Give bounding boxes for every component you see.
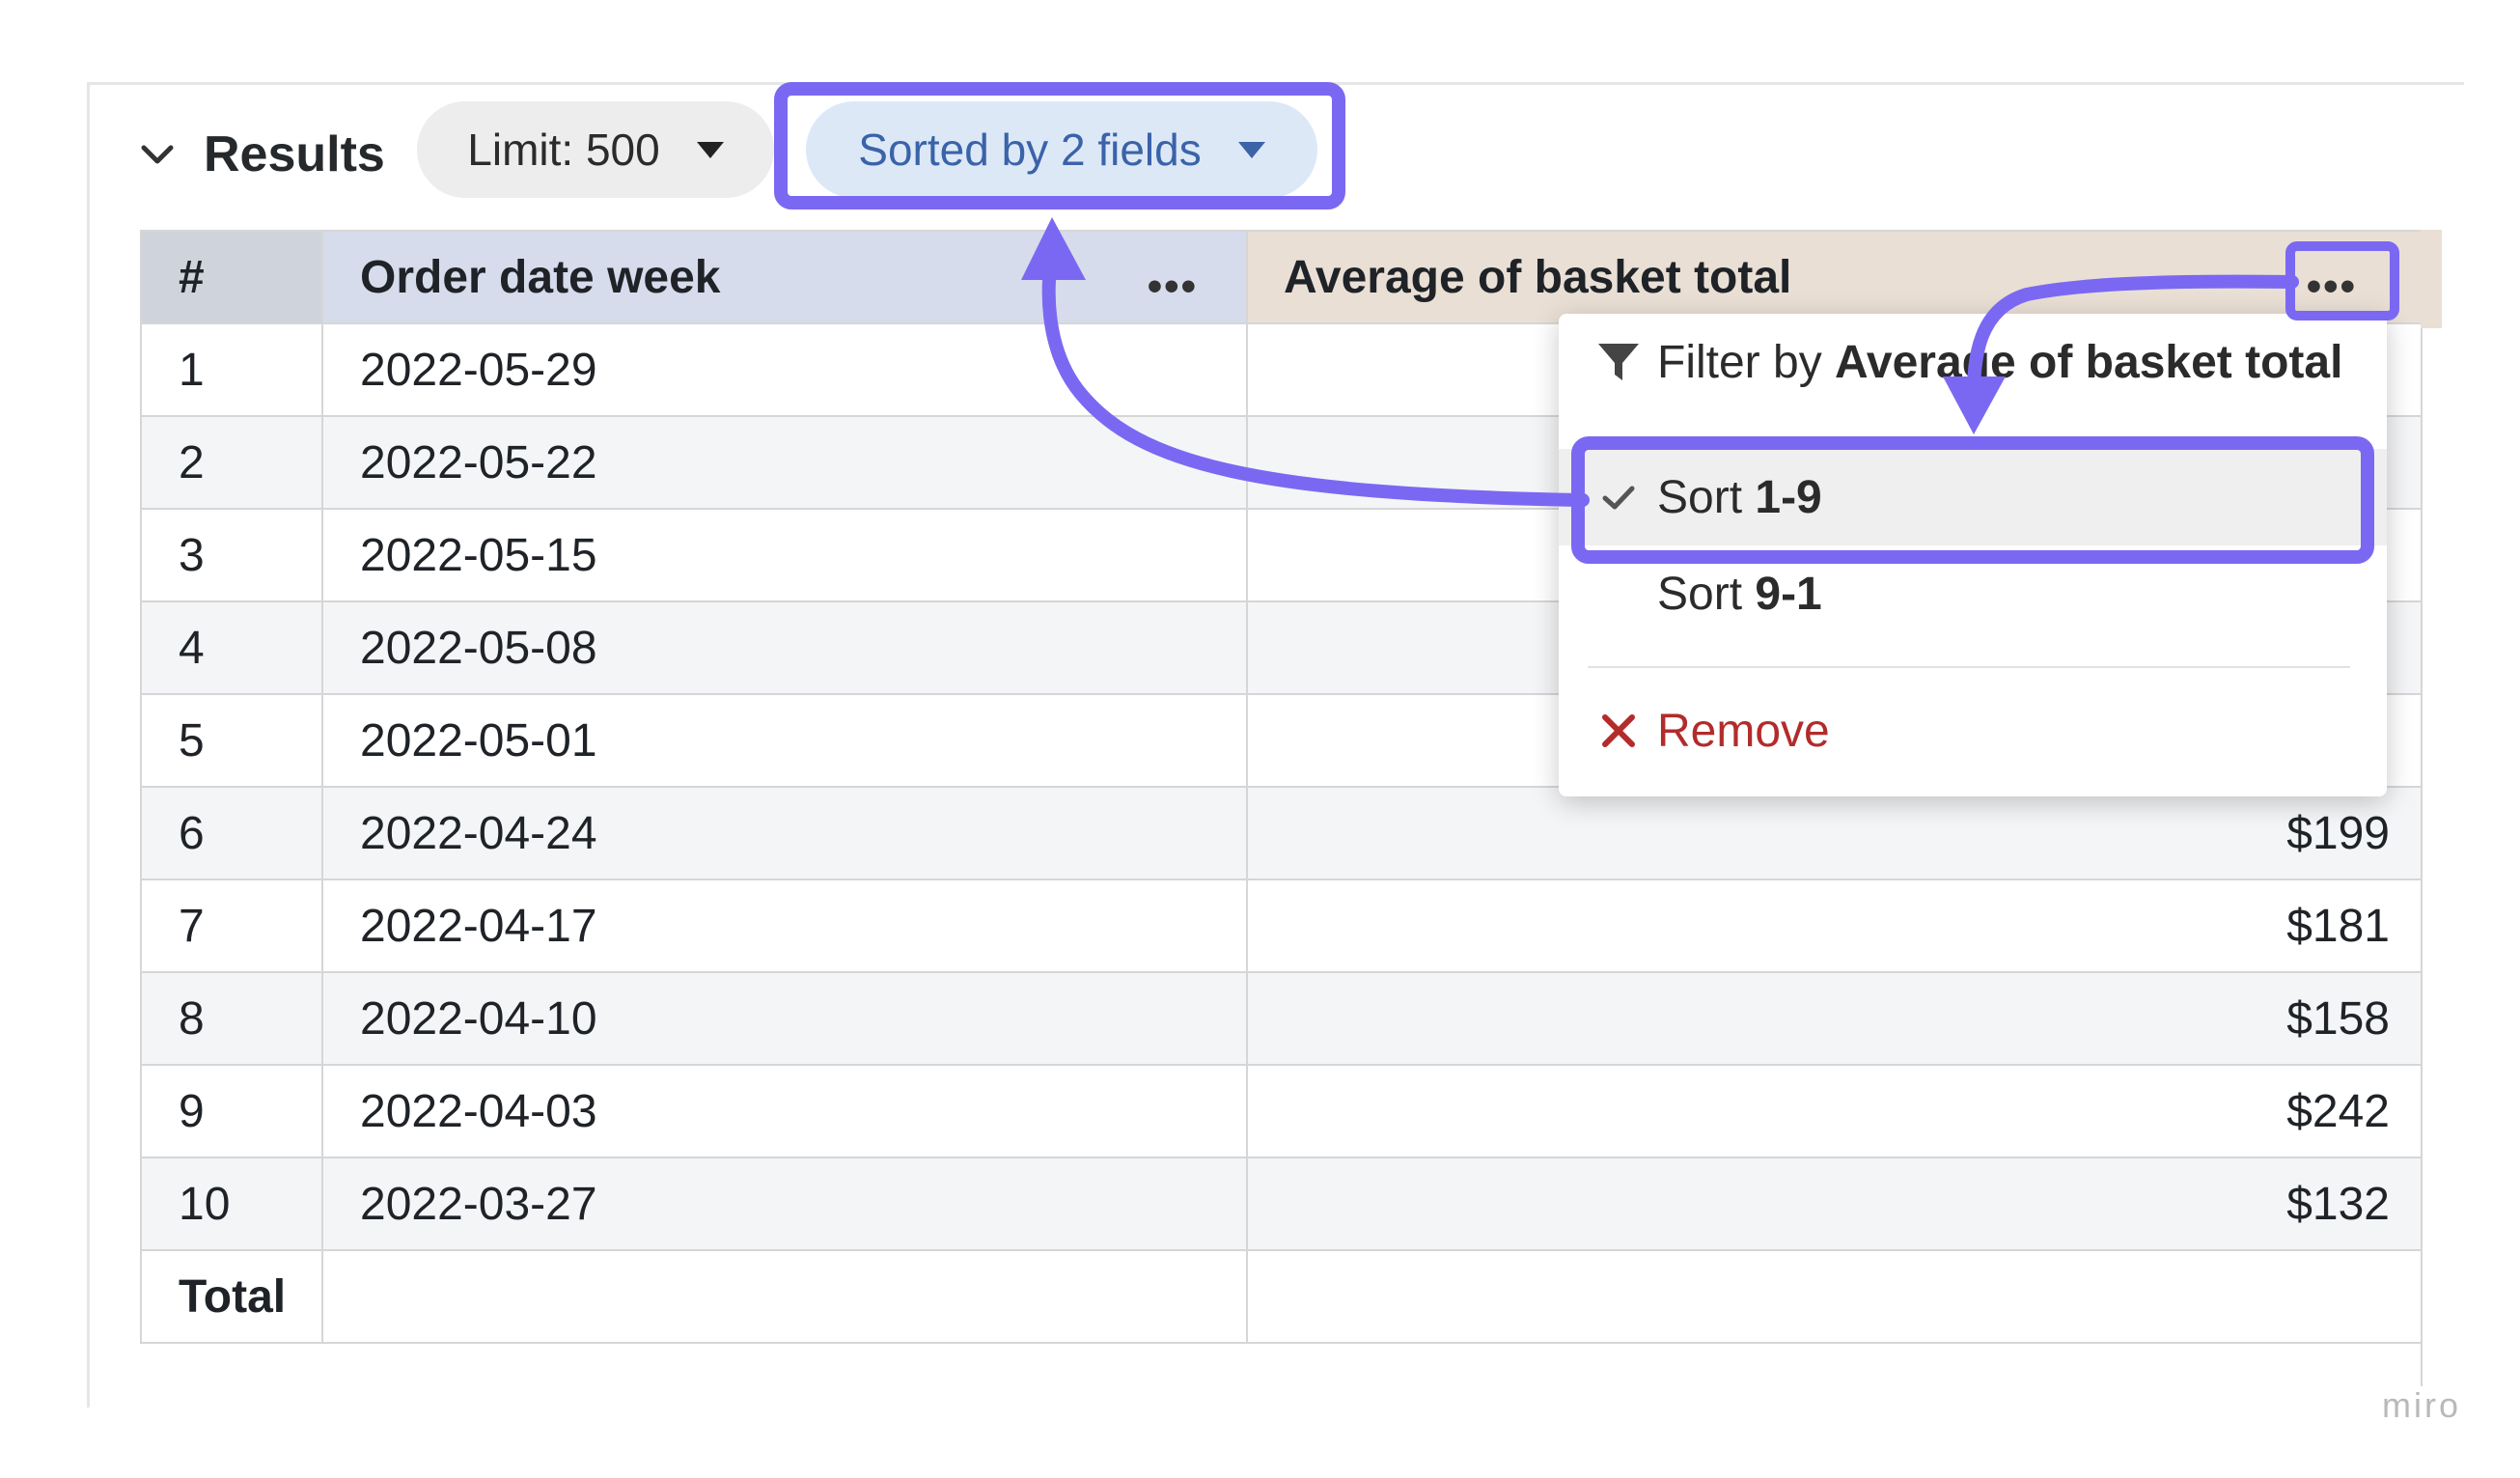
limit-button[interactable]: Limit: 500 [417, 101, 774, 198]
table-edge [2421, 230, 2444, 1386]
row-index: 10 [140, 1157, 323, 1251]
table-row: 8 2022-04-10 $158 [140, 971, 2430, 1066]
column-header-label: Average of basket total [1284, 251, 1792, 303]
more-options-icon[interactable]: ••• [1148, 263, 1198, 311]
order-date-week-cell: 2022-05-29 [321, 322, 1248, 417]
results-title: Results [204, 126, 385, 182]
average-basket-total-cell: $242 [1246, 1064, 2430, 1158]
filter-field-name: Average of basket total [1835, 336, 2343, 388]
row-index: 4 [140, 600, 323, 695]
sort-descending-label: Sort 9-1 [1657, 568, 1822, 621]
limit-label: Limit: 500 [467, 125, 660, 175]
remove-menu-item[interactable]: Remove [1559, 683, 2387, 779]
filter-prefix: Filter by [1657, 336, 1836, 388]
row-index: 9 [140, 1064, 323, 1158]
miro-watermark: miro [2382, 1385, 2461, 1425]
order-date-week-cell: 2022-03-27 [321, 1157, 1248, 1251]
caret-down-icon [696, 141, 724, 158]
row-index: 8 [140, 971, 323, 1066]
filter-icon [1580, 338, 1657, 386]
total-cell [321, 1249, 1248, 1344]
column-header-index: # [140, 230, 323, 324]
row-index: 6 [140, 786, 323, 880]
sort-desc-value: 9-1 [1755, 568, 1822, 620]
table-row: 6 2022-04-24 $199 [140, 786, 2430, 880]
average-basket-total-cell: $158 [1246, 971, 2430, 1066]
chevron-down-icon[interactable] [138, 135, 177, 174]
highlight-more-options [2285, 241, 2399, 321]
filter-menu-label: Filter by Average of basket total [1657, 336, 2342, 389]
remove-label: Remove [1657, 705, 1830, 757]
table-edge [2421, 230, 2442, 328]
order-date-week-cell: 2022-04-03 [321, 1064, 1248, 1158]
column-header-order-date-week[interactable]: Order date week ••• [321, 230, 1248, 324]
row-index: 3 [140, 508, 323, 602]
filter-menu-item[interactable]: Filter by Average of basket total [1559, 314, 2387, 410]
total-cell [1246, 1249, 2430, 1344]
table-row: 7 2022-04-17 $181 [140, 878, 2430, 973]
row-index: 5 [140, 693, 323, 788]
close-icon [1580, 711, 1657, 750]
order-date-week-cell: 2022-04-17 [321, 878, 1248, 973]
column-header-average-basket-total[interactable]: Average of basket total ••• [1246, 230, 2430, 324]
order-date-week-cell: 2022-04-24 [321, 786, 1248, 880]
order-date-week-cell: 2022-05-15 [321, 508, 1248, 602]
column-header-label: Order date week [360, 251, 721, 303]
sort-prefix: Sort [1657, 568, 1756, 620]
total-row: Total [140, 1249, 2430, 1344]
row-index: 2 [140, 415, 323, 510]
results-header: Results [138, 116, 385, 193]
highlight-sort-ascending [1571, 436, 2374, 564]
row-index: 7 [140, 878, 323, 973]
table-row: 10 2022-03-27 $132 [140, 1157, 2430, 1251]
table-row: 9 2022-04-03 $242 [140, 1064, 2430, 1158]
average-basket-total-cell: $132 [1246, 1157, 2430, 1251]
average-basket-total-cell: $199 [1246, 786, 2430, 880]
menu-divider [1588, 666, 2350, 668]
table-header-row: # Order date week ••• Average of basket … [140, 230, 2430, 324]
total-label: Total [140, 1249, 323, 1344]
order-date-week-cell: 2022-05-08 [321, 600, 1248, 695]
average-basket-total-cell: $181 [1246, 878, 2430, 973]
order-date-week-cell: 2022-04-10 [321, 971, 1248, 1066]
order-date-week-cell: 2022-05-01 [321, 693, 1248, 788]
highlight-sorted-button [774, 82, 1345, 209]
order-date-week-cell: 2022-05-22 [321, 415, 1248, 510]
row-index: 1 [140, 322, 323, 417]
